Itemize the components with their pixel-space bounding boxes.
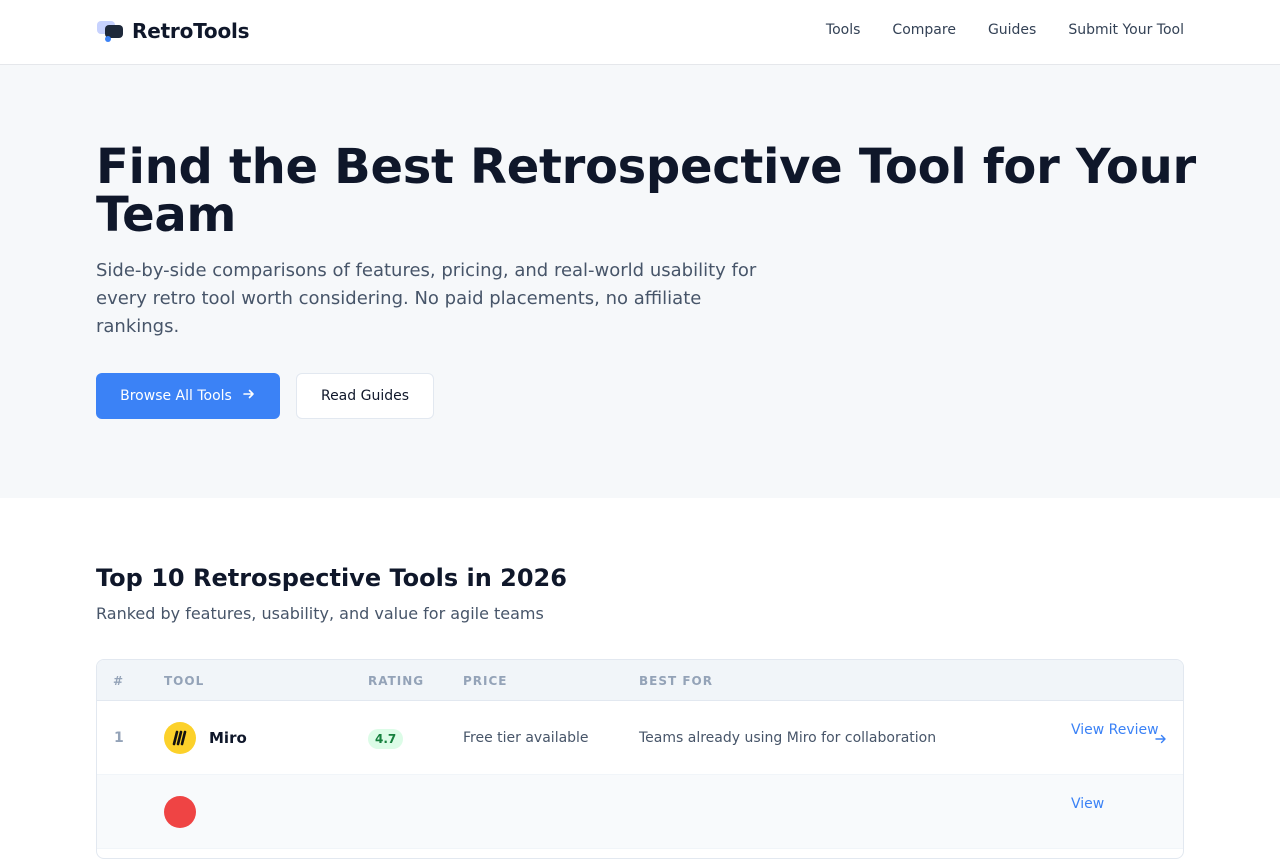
column-best-for: BEST FOR bbox=[639, 674, 713, 688]
column-price: PRICE bbox=[463, 674, 508, 688]
main-menu: Tools Compare Guides Submit Your Tool bbox=[826, 22, 1184, 38]
read-guides-button[interactable]: Read Guides bbox=[296, 373, 434, 419]
column-rating: RATING bbox=[368, 674, 425, 688]
nav-guides[interactable]: Guides bbox=[988, 22, 1036, 38]
column-tool: TOOL bbox=[164, 674, 205, 688]
hero-title: Find the Best Retrospective Tool for You… bbox=[96, 139, 1196, 243]
top-navigation: RetroTools Tools Compare Guides Submit Y… bbox=[0, 0, 1280, 65]
top-tools-section: Top 10 Retrospective Tools in 2026 Ranke… bbox=[0, 498, 1280, 859]
tool-name: Miro bbox=[209, 729, 247, 747]
browse-all-tools-button[interactable]: Browse All Tools bbox=[96, 373, 280, 419]
arrow-right-icon bbox=[242, 387, 256, 405]
ranking-subtitle: Ranked by features, usability, and value… bbox=[96, 604, 544, 623]
chat-bubbles-logo-icon bbox=[96, 18, 124, 44]
miro-logo-icon bbox=[164, 722, 196, 754]
row-rank: 1 bbox=[114, 730, 124, 746]
table-row[interactable]: View bbox=[97, 775, 1183, 849]
brand-logo[interactable]: RetroTools bbox=[96, 18, 250, 44]
nav-submit-tool[interactable]: Submit Your Tool bbox=[1068, 22, 1184, 38]
tool-logo-icon bbox=[164, 796, 196, 828]
column-rank: # bbox=[113, 674, 125, 688]
arrow-right-icon bbox=[1154, 731, 1168, 750]
tool-best-for: Teams already using Miro for collaborati… bbox=[639, 730, 937, 746]
nav-tools[interactable]: Tools bbox=[826, 22, 861, 38]
table-header: # TOOL RATING PRICE BEST FOR bbox=[97, 660, 1183, 701]
table-row[interactable]: 1 Miro 4.7 Free tier available Teams alr… bbox=[97, 701, 1183, 775]
browse-all-tools-label: Browse All Tools bbox=[120, 388, 232, 404]
tools-table: # TOOL RATING PRICE BEST FOR 1 Miro 4.7 … bbox=[96, 659, 1184, 859]
ranking-title: Top 10 Retrospective Tools in 2026 bbox=[96, 564, 567, 592]
tool-price: Free tier available bbox=[463, 730, 589, 746]
brand-name: RetroTools bbox=[132, 19, 250, 43]
hero-section: Find the Best Retrospective Tool for You… bbox=[0, 65, 1280, 498]
view-review-link[interactable]: View bbox=[1071, 794, 1171, 814]
hero-subtitle: Side-by-side comparisons of features, pr… bbox=[96, 260, 757, 337]
rating-badge: 4.7 bbox=[368, 729, 404, 749]
nav-compare[interactable]: Compare bbox=[892, 22, 956, 38]
